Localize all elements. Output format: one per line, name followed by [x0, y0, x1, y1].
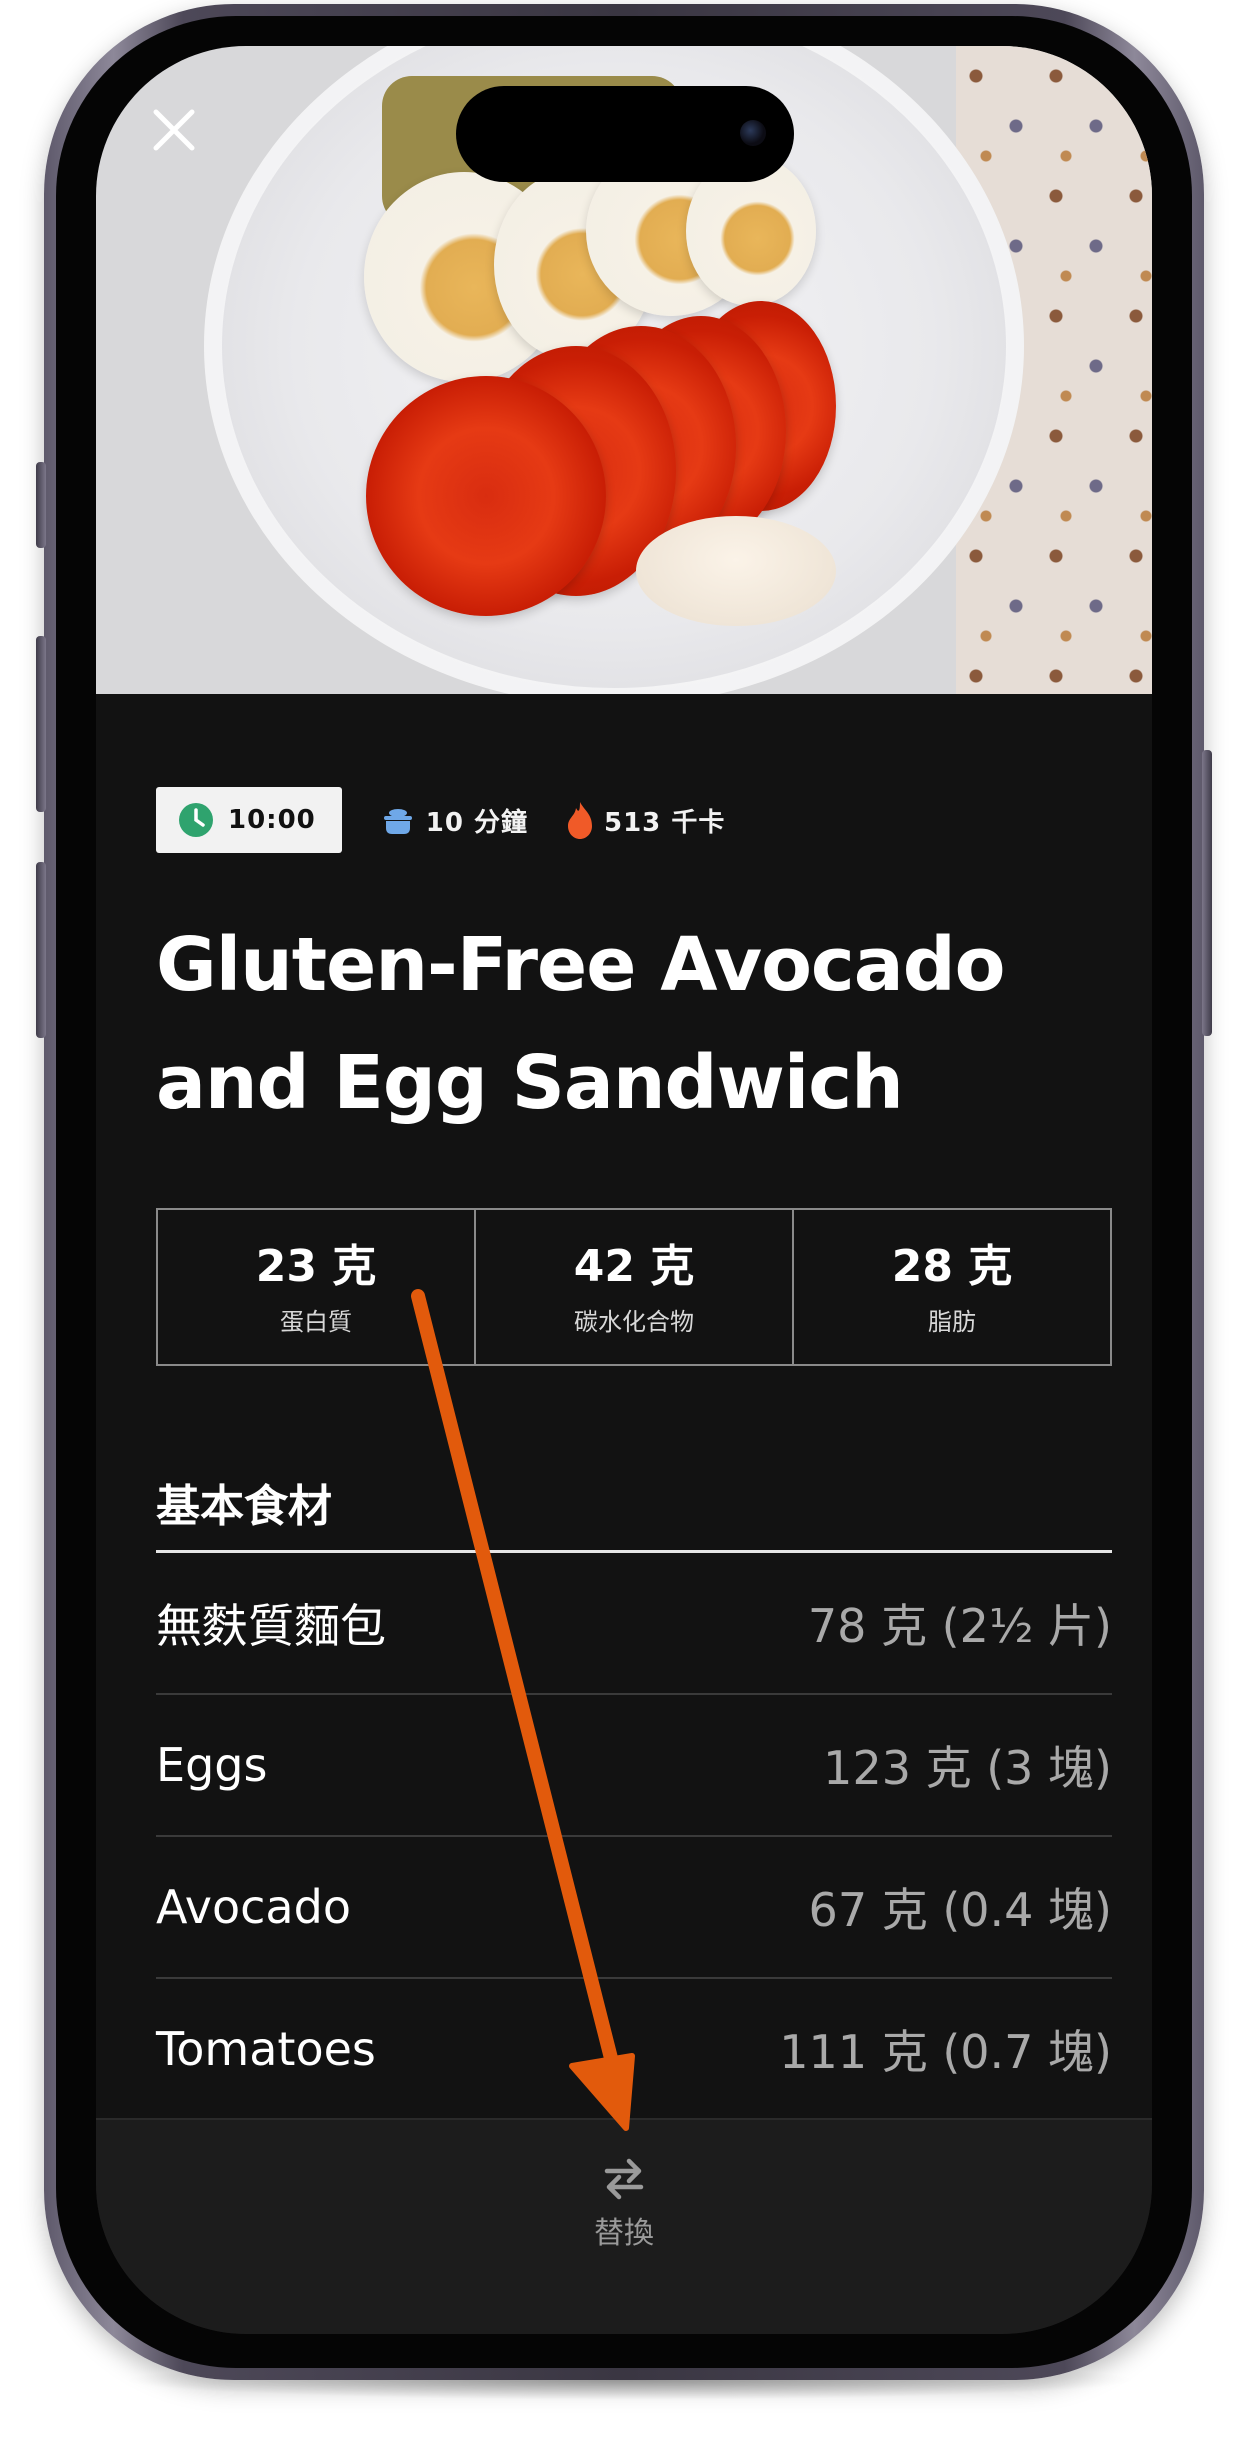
recipe-title-line1: Gluten-Free Avocado: [156, 922, 1006, 1008]
app-screen: 10:00 10 分鐘 513 千卡 Gluten-Free Avocado a…: [96, 46, 1152, 2334]
dressing: [636, 516, 836, 626]
pot-icon: [383, 809, 412, 834]
close-button[interactable]: [142, 98, 206, 162]
ingredient-quantity: 111 克 (0.7 塊): [779, 2025, 1112, 2079]
recipe-title: Gluten-Free Avocado and Egg Sandwich: [156, 906, 1116, 1142]
macro-carbs: 42 克 碳水化合物: [476, 1210, 794, 1364]
ingredients-section-title: 基本食材: [156, 1481, 332, 1532]
ingredient-row[interactable]: Tomatoes 111 克 (0.7 塊): [156, 1979, 1112, 2121]
power-button: [1202, 750, 1212, 1036]
ingredient-list: 無麩質麵包 78 克 (2½ 片) Eggs 123 克 (3 塊) Avoca…: [156, 1553, 1112, 2121]
macro-value: 28 克: [891, 1240, 1013, 1292]
recipe-title-line2: and Egg Sandwich: [156, 1040, 904, 1126]
silent-switch: [36, 462, 46, 548]
ingredient-quantity: 78 克 (2½ 片): [807, 1599, 1112, 1653]
ingredient-row[interactable]: Avocado 67 克 (0.4 塊): [156, 1837, 1112, 1979]
ingredient-name: Tomatoes: [156, 2022, 376, 2076]
cook-time-label: 10 分鐘: [425, 807, 528, 838]
tomato-slice: [366, 376, 606, 616]
front-camera: [740, 120, 766, 146]
volume-up-button: [36, 636, 46, 812]
flame-icon: [568, 802, 592, 839]
macro-label: 脂肪: [928, 1307, 976, 1336]
macro-label: 蛋白質: [280, 1307, 352, 1336]
ingredient-name: Eggs: [156, 1738, 268, 1792]
macro-value: 23 克: [255, 1240, 377, 1292]
time-chip[interactable]: 10:00: [156, 787, 342, 853]
ingredient-quantity: 67 克 (0.4 塊): [808, 1883, 1112, 1937]
swap-arrows-icon: [604, 2158, 644, 2200]
recipe-meta-row: 10:00 10 分鐘 513 千卡: [156, 786, 725, 854]
macro-value: 42 克: [573, 1240, 695, 1292]
replace-button[interactable]: 替換: [574, 2156, 674, 2266]
cook-time: 10 分鐘: [380, 802, 528, 839]
macro-fat: 28 克 脂肪: [794, 1210, 1110, 1364]
calories: 513 千卡: [566, 800, 725, 840]
close-icon: [153, 109, 195, 151]
screenshot-stage: 10:00 10 分鐘 513 千卡 Gluten-Free Avocado a…: [0, 0, 1253, 2464]
ingredient-name: 無麩質麵包: [156, 1599, 386, 1653]
calories-label: 513 千卡: [604, 807, 726, 838]
macro-label: 碳水化合物: [574, 1307, 694, 1336]
time-chip-label: 10:00: [228, 805, 316, 835]
ingredient-quantity: 123 克 (3 塊): [823, 1741, 1112, 1795]
volume-down-button: [36, 862, 46, 1038]
ingredient-name: Avocado: [156, 1880, 351, 1934]
macros-grid: 23 克 蛋白質 42 克 碳水化合物 28 克 脂肪: [156, 1208, 1112, 1366]
ingredient-row[interactable]: Eggs 123 克 (3 塊): [156, 1695, 1112, 1837]
ingredient-row[interactable]: 無麩質麵包 78 克 (2½ 片): [156, 1553, 1112, 1695]
dynamic-island: [456, 86, 794, 182]
macro-protein: 23 克 蛋白質: [158, 1210, 476, 1364]
clock-icon: [179, 803, 213, 837]
bottom-action-bar: 替換: [96, 2118, 1152, 2334]
replace-label: 替換: [594, 2216, 654, 2251]
